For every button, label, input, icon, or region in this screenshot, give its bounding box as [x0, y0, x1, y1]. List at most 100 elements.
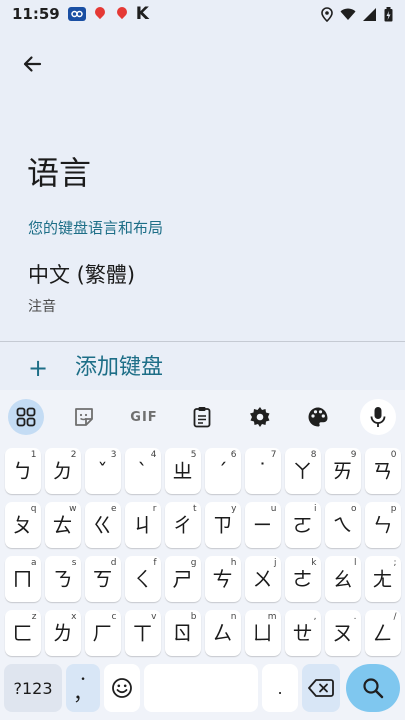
- key-character: ˋ: [137, 459, 148, 483]
- divider: [0, 341, 405, 342]
- key-hint: t: [192, 504, 197, 514]
- keyboard-key[interactable]: ㄊw: [44, 502, 81, 548]
- keyboard-key[interactable]: ㄤ;: [364, 556, 401, 602]
- search-icon: [363, 678, 384, 699]
- key-hint: l: [353, 558, 357, 568]
- keyboard-key[interactable]: ㄘh: [204, 556, 241, 602]
- symbols-key[interactable]: ?123: [4, 664, 62, 712]
- keyboard-key[interactable]: ˇ3: [84, 448, 121, 494]
- keyboard-key[interactable]: ㄞ9: [324, 448, 361, 494]
- key-hint: o: [350, 504, 357, 514]
- key-character: ㄎ: [92, 567, 113, 591]
- key-character: ㄙ: [212, 621, 233, 645]
- key-hint: i: [313, 504, 317, 514]
- key-character: ㄡ: [332, 621, 353, 645]
- keyboard-key[interactable]: ㄝ,: [284, 610, 321, 656]
- enter-search-key[interactable]: [346, 664, 400, 712]
- backspace-icon: [308, 679, 334, 697]
- keyboard-key[interactable]: ㄈz: [4, 610, 41, 656]
- keyboard-key[interactable]: ㄆq: [4, 502, 41, 548]
- key-hint: d: [110, 558, 117, 568]
- key-hint: s: [71, 558, 77, 568]
- back-arrow-icon: [23, 56, 42, 72]
- apps-grid-button[interactable]: [8, 399, 44, 435]
- key-hint: 6: [230, 450, 237, 460]
- add-keyboard-label: 添加键盘: [75, 355, 164, 380]
- keyboard-key[interactable]: ㄣp: [364, 502, 401, 548]
- keyboard-key[interactable]: ㄌx: [44, 610, 81, 656]
- key-hint: e: [110, 504, 117, 514]
- keyboard-key[interactable]: ㄩm: [244, 610, 281, 656]
- key-character: ㄍ: [92, 513, 113, 537]
- keyboard-key[interactable]: ㄡ.: [324, 610, 361, 656]
- clipboard-button[interactable]: [184, 399, 220, 435]
- keyboard-key[interactable]: ㄙn: [204, 610, 241, 656]
- keyboard-key[interactable]: ㄎd: [84, 556, 121, 602]
- gif-button[interactable]: GIF: [124, 399, 164, 435]
- key-character: ㄐ: [132, 513, 153, 537]
- period-key[interactable]: .: [262, 664, 298, 712]
- key-hint: .: [353, 612, 357, 622]
- sticker-button[interactable]: [66, 399, 102, 435]
- keyboard-key[interactable]: ㄏc: [84, 610, 121, 656]
- keyboard-key[interactable]: ㄐr: [124, 502, 161, 548]
- keyboard-key[interactable]: ㄇa: [4, 556, 41, 602]
- emoji-key[interactable]: [104, 664, 140, 712]
- theme-button[interactable]: [300, 399, 336, 435]
- keyboard-key[interactable]: ㄍe: [84, 502, 121, 548]
- keyboard-key[interactable]: ˋ4: [124, 448, 161, 494]
- keyboard-key[interactable]: ㄑf: [124, 556, 161, 602]
- key-character: ㄈ: [12, 621, 33, 645]
- keyboard-key[interactable]: ㄧu: [244, 502, 281, 548]
- key-hint: k: [311, 558, 317, 568]
- keyboard-key[interactable]: ㄕg: [164, 556, 201, 602]
- key-hint: 8: [310, 450, 317, 460]
- keyboard-key[interactable]: ˙ 7: [244, 448, 281, 494]
- settings-button[interactable]: [242, 399, 278, 435]
- status-bar: 11:59 K: [0, 0, 405, 28]
- keyboard-key[interactable]: ㄓ5: [164, 448, 201, 494]
- keyboard-key[interactable]: ㄜk: [284, 556, 321, 602]
- key-hint: x: [71, 612, 77, 622]
- key-hint: c: [111, 612, 117, 622]
- key-character: ㄨ: [252, 567, 273, 591]
- key-hint: w: [69, 504, 77, 514]
- key-character: ˙: [257, 459, 268, 483]
- language-layout: 注音: [28, 299, 56, 315]
- key-character: ㄆ: [12, 513, 33, 537]
- keyboard-key[interactable]: ㄅ1: [4, 448, 41, 494]
- key-hint: ,: [313, 612, 317, 622]
- back-button[interactable]: [18, 50, 46, 78]
- keyboard-key[interactable]: ㄗy: [204, 502, 241, 548]
- key-character: ㄚ: [292, 459, 313, 483]
- key-hint: j: [273, 558, 277, 568]
- delete-key[interactable]: [302, 664, 340, 712]
- keyboard-key[interactable]: ㄚ8: [284, 448, 321, 494]
- keyboard-key[interactable]: ㄨj: [244, 556, 281, 602]
- keyboard-key[interactable]: ㄥ /: [364, 610, 401, 656]
- keyboard-key[interactable]: ㄋs: [44, 556, 81, 602]
- keyboard-key[interactable]: ㄉ2: [44, 448, 81, 494]
- key-character: ㄢ: [372, 459, 393, 483]
- key-hint: q: [30, 504, 37, 514]
- key-hint: m: [267, 612, 277, 622]
- keyboard-key[interactable]: ㄔt: [164, 502, 201, 548]
- key-character: ㄘ: [212, 567, 233, 591]
- keyboard-key[interactable]: ˊ6: [204, 448, 241, 494]
- keyboard-key[interactable]: ㄒv: [124, 610, 161, 656]
- wifi-icon: [340, 8, 356, 20]
- comma-key[interactable]: • ，: [66, 664, 100, 712]
- keyboard-key[interactable]: ㄖb: [164, 610, 201, 656]
- clipboard-icon: [193, 407, 211, 428]
- keyboard-key[interactable]: ㄢ0: [364, 448, 401, 494]
- key-hint: 0: [390, 450, 397, 460]
- voice-input-button[interactable]: [360, 399, 396, 435]
- map-pin-notification-icon: [114, 6, 130, 22]
- keyboard-key[interactable]: ㄠl: [324, 556, 361, 602]
- key-character: ㄌ: [52, 621, 73, 645]
- keyboard-key[interactable]: ㄛi: [284, 502, 321, 548]
- key-hint: 7: [270, 450, 277, 460]
- space-key[interactable]: [144, 664, 258, 712]
- key-character: ㄑ: [132, 567, 153, 591]
- keyboard-key[interactable]: ㄟo: [324, 502, 361, 548]
